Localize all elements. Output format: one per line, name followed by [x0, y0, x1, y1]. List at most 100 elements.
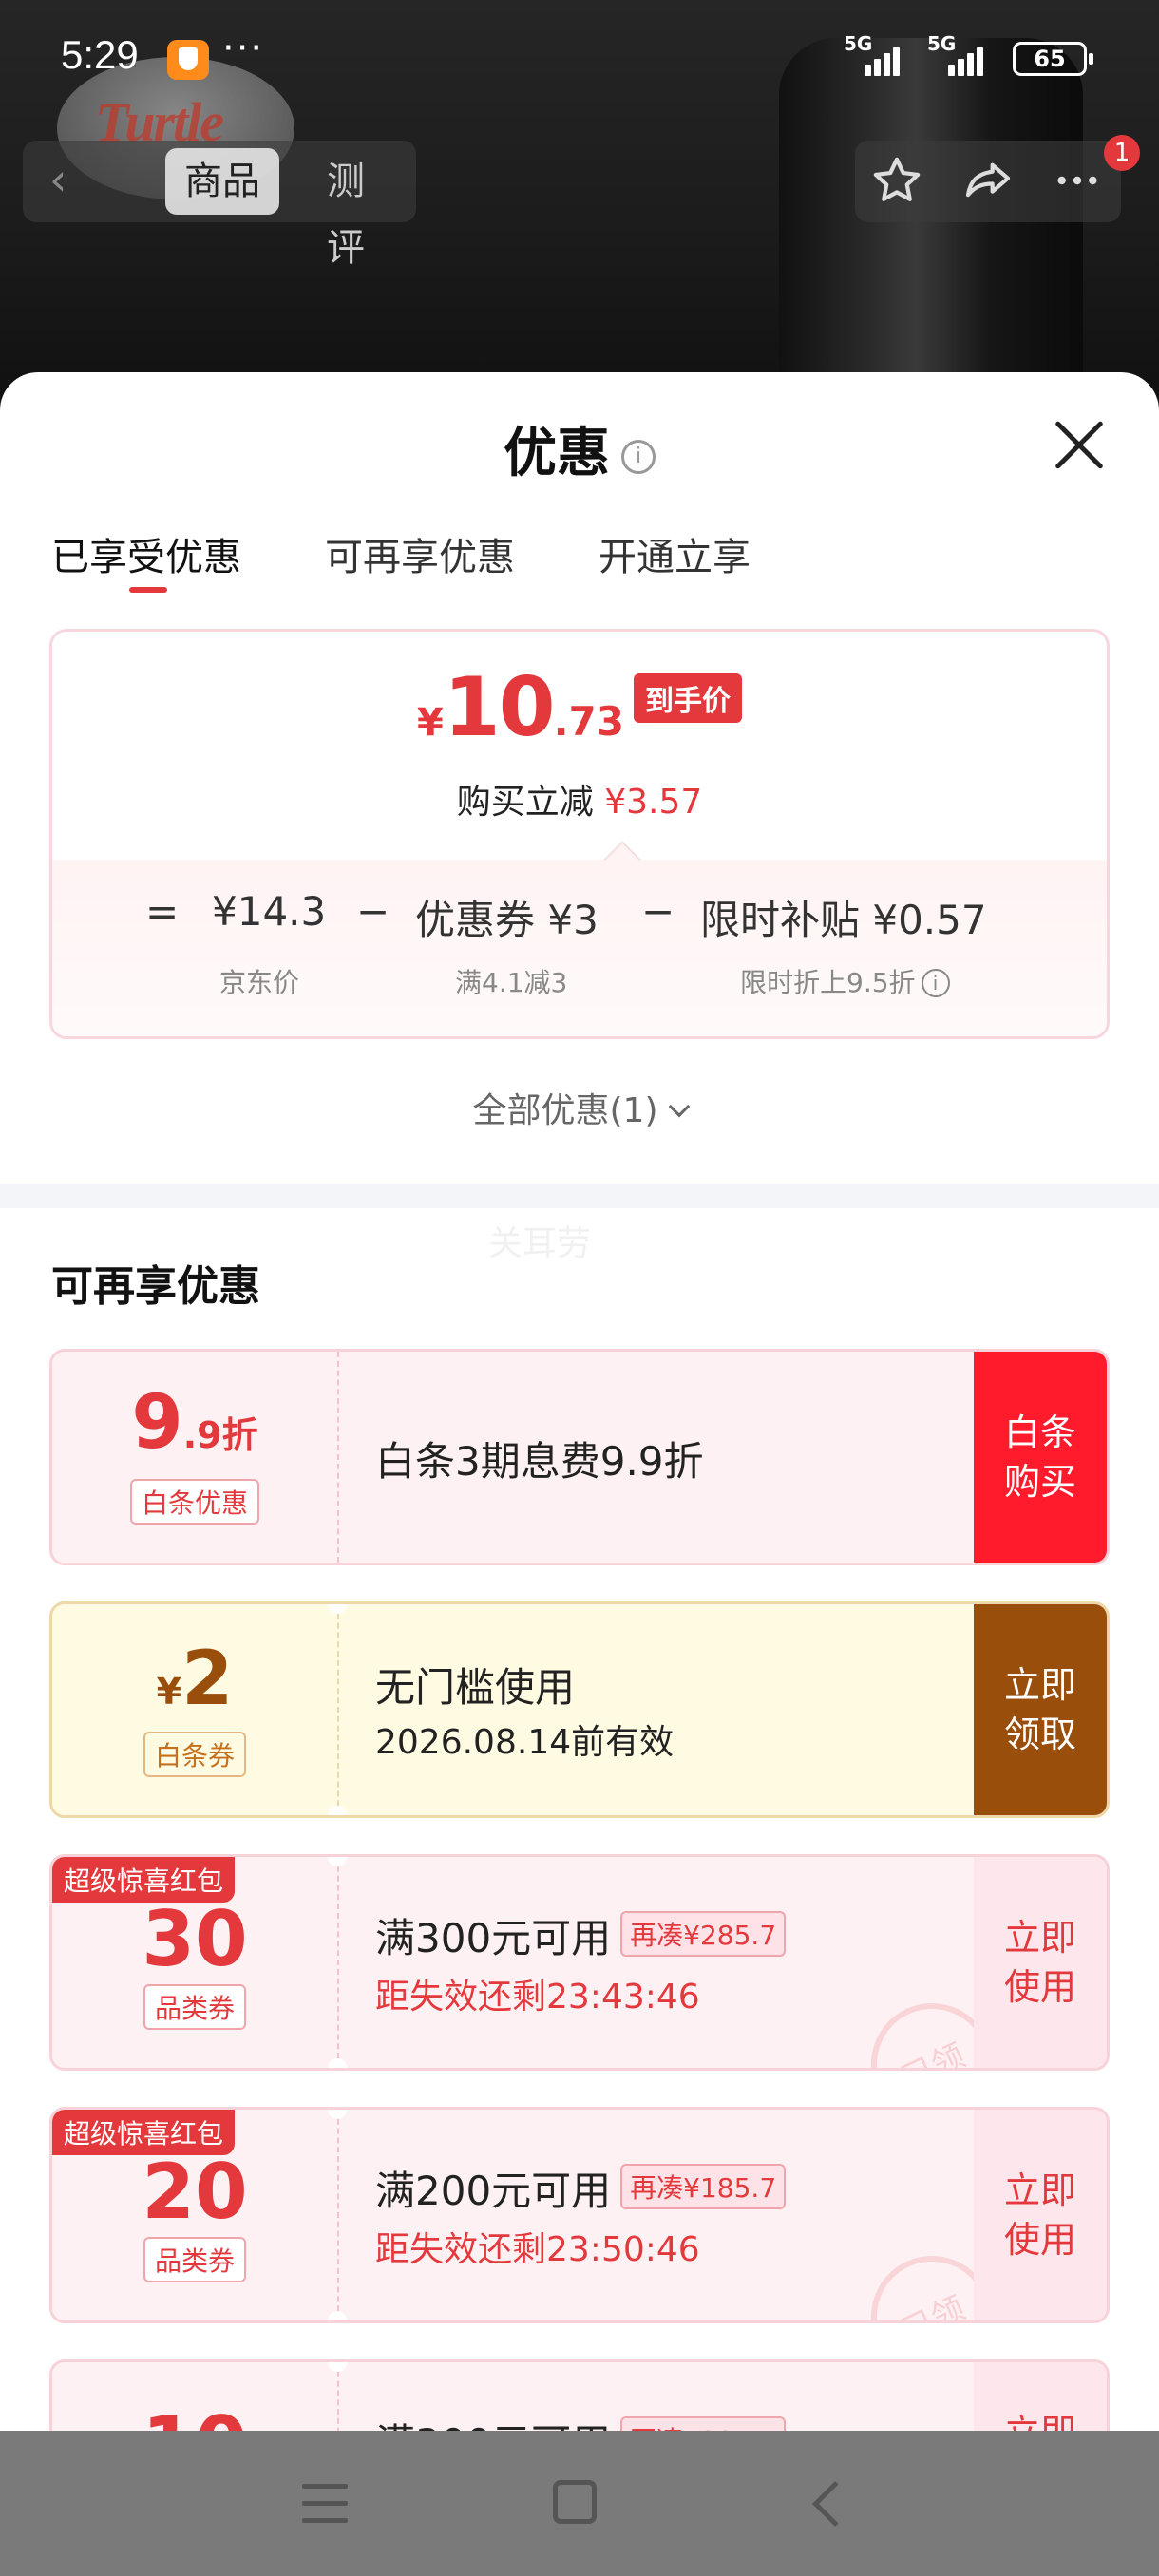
- coupon-threshold: 满300元可用: [375, 1915, 612, 1961]
- coupon-type-wrap: 白条优惠: [52, 1479, 337, 1525]
- sheet-title-text: 优惠: [504, 423, 610, 484]
- all-promotions-toggle[interactable]: 全部优惠(1): [0, 1083, 1159, 1132]
- back-arrow-icon[interactable]: ‹: [49, 158, 66, 201]
- subsidy-rule-text: 限时折上9.5折: [740, 967, 916, 998]
- coupon-title: 满300元可用再凑¥285.7: [375, 2412, 787, 2431]
- coupon-expiry: 2026.08.14前有效: [375, 1723, 674, 1762]
- subsidy-rule-label: 限时折上9.5折 i: [740, 962, 950, 1000]
- add-more-tag: 再凑¥285.7: [620, 1911, 787, 1957]
- coupon-title: 满300元可用再凑¥285.7: [375, 1906, 787, 1964]
- coupon-big-number: 2: [181, 1637, 234, 1722]
- close-icon[interactable]: [1053, 418, 1106, 471]
- sheet-title: 优惠 i: [0, 410, 1159, 487]
- tab-open-now[interactable]: 开通立享: [598, 526, 750, 581]
- price-integer: 10: [443, 660, 556, 755]
- claim-now-button[interactable]: 立即 领取: [974, 1604, 1107, 1815]
- instant-reduction: 购买立减 ¥3.57: [52, 774, 1107, 824]
- status-time: 5:29: [61, 32, 139, 77]
- favorite-star-icon[interactable]: [868, 152, 925, 209]
- promotion-sheet: 优惠 i 已享受优惠 可再享优惠 开通立享 ¥10.73 到手价 购买立减 ¥3.5…: [0, 372, 1159, 2431]
- use-now-button[interactable]: 立即 使用: [974, 1857, 1107, 2068]
- coupon-small-number: .9折: [182, 1414, 258, 1456]
- price-summary-card: ¥10.73 到手价 购买立减 ¥3.57 = ¥14.3 − 优惠券 ¥3 − …: [49, 629, 1110, 1039]
- coupon-type-label: 白条优惠: [129, 1479, 259, 1525]
- coupon-category-10: 10 满300元可用再凑¥285.7 立即: [49, 2359, 1110, 2431]
- home-icon[interactable]: [553, 2480, 597, 2524]
- subsidy-info-icon[interactable]: i: [921, 969, 950, 997]
- recent-apps-icon[interactable]: [302, 2480, 350, 2528]
- tab-enjoyed[interactable]: 已享受优惠: [51, 526, 241, 581]
- reduction-value: ¥3.57: [604, 783, 703, 822]
- section-divider: [0, 1184, 1159, 1208]
- price-decimal: .73: [553, 698, 624, 745]
- app-shield-icon: [167, 40, 209, 80]
- coupon-threshold: 满200元可用: [375, 2168, 612, 2214]
- formula-minus-2: −: [641, 888, 675, 935]
- coupon-currency: ¥: [156, 1671, 182, 1713]
- coupon-type-wrap: 品类券: [52, 2237, 337, 2282]
- coupon-value: 9.9折: [52, 1380, 337, 1466]
- coupon-type-label: 品类券: [142, 2237, 246, 2282]
- use-now-button[interactable]: 立即 使用: [974, 2110, 1107, 2320]
- coupon-detail: 无门槛使用 2026.08.14前有效: [337, 1604, 1029, 1815]
- coupon-detail: 白条3期息费9.9折: [337, 1352, 1029, 1563]
- baitiao-buy-button[interactable]: 白条 购买: [974, 1352, 1107, 1563]
- coupon-big-number: 30: [142, 1895, 248, 1983]
- coupon-type-label: 品类券: [142, 1984, 246, 2030]
- chevron-down-icon: [668, 1095, 690, 1118]
- add-more-tag: 再凑¥285.7: [620, 2416, 787, 2431]
- coupon-type-wrap: 白条券: [52, 1732, 337, 1777]
- final-price: ¥10.73 到手价: [52, 660, 1107, 755]
- price-currency: ¥: [417, 701, 444, 745]
- coupon-rule-label: 满4.1减3: [455, 967, 568, 998]
- coupon-baitiao-voucher: ¥2 白条券 无门槛使用 2026.08.14前有效 立即 领取: [49, 1601, 1110, 1818]
- coupon-title: 白条3期息费9.9折: [375, 1438, 704, 1485]
- message-badge: 1: [1104, 135, 1140, 171]
- formula-minus-1: −: [356, 888, 390, 935]
- section-title: 可再享优惠: [51, 1262, 260, 1311]
- signal-icon: 5G: [844, 32, 901, 76]
- signal-icon-2: 5G: [927, 32, 984, 76]
- coupon-detail: 满300元可用再凑¥285.7: [337, 2362, 1029, 2431]
- coupon-countdown: 距失效还剩23:50:46: [375, 2230, 700, 2269]
- jd-price-value: ¥14.3: [212, 888, 327, 935]
- coupon-type-label: 白条券: [142, 1732, 246, 1777]
- coupon-countdown: 距失效还剩23:43:46: [375, 1978, 700, 2017]
- coupon-value: ¥2: [52, 1637, 337, 1722]
- subsidy-value: 限时补贴 ¥0.57: [700, 897, 987, 943]
- coupon-big-number: 20: [142, 2148, 248, 2236]
- coupon-title: 无门槛使用: [375, 1664, 576, 1711]
- battery-icon: 65: [1013, 42, 1093, 76]
- add-more-tag: 再凑¥185.7: [620, 2164, 787, 2209]
- coupon-big-number: 10: [52, 2400, 337, 2431]
- coupon-baitiao-discount: 9.9折 白条优惠 白条3期息费9.9折 白条 购买: [49, 1349, 1110, 1565]
- network-label: 5G: [844, 32, 873, 55]
- coupon-category-20: 超级惊喜红包 20 品类券 满200元可用 再凑¥185.7 距失效还剩23:50…: [49, 2107, 1110, 2323]
- active-tab-indicator: [129, 587, 167, 593]
- tab-product[interactable]: 商品: [165, 148, 279, 215]
- coupon-threshold: 满300元可用: [375, 2420, 611, 2431]
- more-menu-icon[interactable]: [1049, 152, 1106, 209]
- coupon-discount-value: 优惠券 ¥3: [415, 897, 598, 943]
- coupon-title: 满200元可用 再凑¥185.7: [375, 2159, 787, 2217]
- top-actions: 1: [855, 135, 1140, 222]
- price-summary-lower: [52, 860, 1107, 1036]
- faded-text: 关耳劳: [488, 1224, 592, 1263]
- share-icon[interactable]: [960, 152, 1016, 209]
- use-now-button[interactable]: 立即: [974, 2362, 1107, 2431]
- reduction-label: 购买立减: [456, 783, 594, 822]
- more-notifications-icon: ···: [222, 27, 265, 70]
- coupon-big-number: 9: [131, 1380, 183, 1466]
- formula-equals: =: [145, 888, 180, 935]
- back-icon[interactable]: [811, 2480, 859, 2528]
- final-price-tag: 到手价: [633, 673, 742, 723]
- status-bar: 5:29 ··· 5G 5G 65: [0, 0, 1159, 114]
- tab-review[interactable]: 测评: [308, 148, 416, 270]
- info-icon[interactable]: i: [621, 439, 656, 474]
- coupon-category-30: 超级惊喜红包 30 品类券 满300元可用 再凑¥285.7 距失效还剩23:43…: [49, 1854, 1110, 2071]
- tab-more-available[interactable]: 可再享优惠: [325, 526, 515, 581]
- jd-price-label: 京东价: [219, 967, 300, 998]
- network-label-2: 5G: [927, 32, 957, 55]
- system-nav-bar: [0, 2431, 1159, 2576]
- coupon-type-wrap: 品类券: [52, 1984, 337, 2030]
